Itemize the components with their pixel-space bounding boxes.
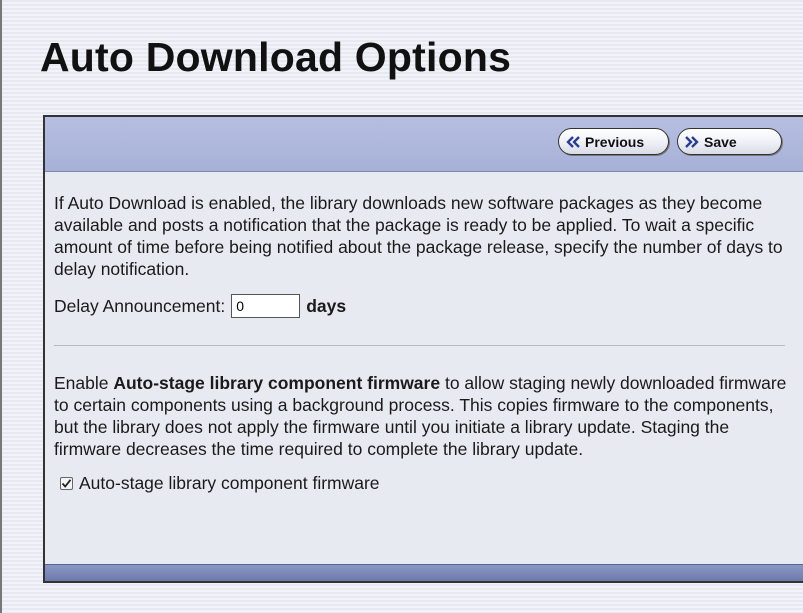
auto-stage-intro: Enable bbox=[54, 373, 114, 393]
checkmark-icon bbox=[61, 478, 72, 488]
double-chevron-left-icon bbox=[565, 134, 581, 150]
delay-unit-label: days bbox=[306, 296, 347, 316]
previous-button[interactable]: Previous bbox=[558, 128, 669, 155]
delay-announcement-label: Delay Announcement: bbox=[54, 296, 226, 316]
save-button[interactable]: Save bbox=[677, 128, 782, 155]
page-title: Auto Download Options bbox=[40, 34, 512, 80]
auto-stage-term: Auto-stage library component firmware bbox=[113, 373, 441, 393]
auto-stage-checkbox-label: Auto-stage library component firmware bbox=[79, 473, 380, 493]
auto-stage-description: Enable Auto-stage library component firm… bbox=[54, 372, 789, 460]
panel-body: If Auto Download is enabled, the library… bbox=[45, 192, 803, 494]
auto-stage-checkbox-row[interactable]: Auto-stage library component firmware bbox=[60, 472, 795, 494]
delay-days-input[interactable] bbox=[231, 294, 301, 318]
panel-header: Previous Save bbox=[45, 117, 803, 172]
auto-stage-checkbox[interactable] bbox=[60, 476, 73, 490]
section-divider bbox=[54, 345, 785, 346]
auto-download-description: If Auto Download is enabled, the library… bbox=[54, 193, 783, 279]
previous-button-label: Previous bbox=[585, 133, 645, 150]
double-chevron-right-icon bbox=[684, 134, 700, 150]
save-button-label: Save bbox=[704, 133, 737, 150]
page: Auto Download Options Previous Save If A… bbox=[0, 0, 803, 613]
delay-announcement-row: Delay Announcement: days bbox=[54, 294, 795, 318]
panel-footer bbox=[45, 564, 803, 581]
options-panel: Previous Save If Auto Download is enable… bbox=[43, 115, 803, 583]
